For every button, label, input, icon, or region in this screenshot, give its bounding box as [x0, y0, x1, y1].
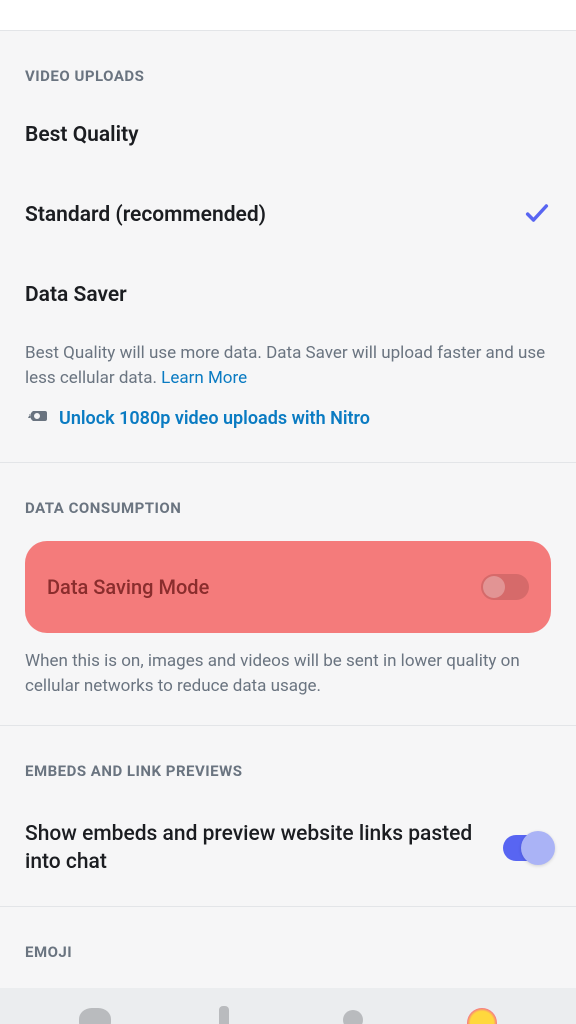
nitro-promo-row[interactable]: Unlock 1080p video uploads with Nitro: [25, 390, 551, 462]
nav-blob-icon: [79, 1008, 111, 1024]
header-data-consumption: DATA CONSUMPTION: [25, 463, 551, 527]
toggle-data-saving-mode[interactable]: [481, 574, 529, 600]
bottom-nav: [0, 988, 576, 1024]
nav-item-2[interactable]: [207, 1004, 241, 1024]
option-standard[interactable]: Standard (recommended): [25, 175, 551, 255]
section-video-uploads: VIDEO UPLOADS Best Quality Standard (rec…: [0, 31, 576, 462]
option-standard-label: Standard (recommended): [25, 203, 266, 227]
check-icon: [523, 199, 551, 231]
header-embeds: EMBEDS AND LINK PREVIEWS: [25, 726, 551, 790]
data-saving-mode-description: When this is on, images and videos will …: [25, 643, 551, 724]
row-show-embeds[interactable]: Show embeds and preview website links pa…: [25, 790, 551, 907]
row-data-saving-mode[interactable]: Data Saving Mode: [25, 541, 551, 633]
show-embeds-label: Show embeds and preview website links pa…: [25, 820, 473, 877]
section-embeds: EMBEDS AND LINK PREVIEWS Show embeds and…: [0, 726, 576, 907]
section-data-consumption: DATA CONSUMPTION Data Saving Mode When t…: [0, 463, 576, 724]
option-data-saver[interactable]: Data Saver: [25, 255, 551, 335]
nav-dot-icon: [343, 1010, 363, 1024]
section-emoji: EMOJI: [0, 907, 576, 965]
header-emoji: EMOJI: [25, 907, 551, 965]
nav-item-3[interactable]: [336, 1004, 370, 1024]
toggle-show-embeds[interactable]: [503, 835, 551, 861]
nav-smiley-icon: [467, 1008, 497, 1024]
option-best-quality[interactable]: Best Quality: [25, 95, 551, 175]
nitro-promo-link[interactable]: Unlock 1080p video uploads with Nitro: [59, 408, 370, 429]
toggle-knob: [483, 576, 505, 598]
learn-more-link[interactable]: Learn More: [161, 368, 247, 388]
video-uploads-description-text: Best Quality will use more data. Data Sa…: [25, 343, 545, 388]
top-bar: [0, 0, 576, 31]
data-saving-mode-label: Data Saving Mode: [47, 575, 209, 599]
option-best-quality-label: Best Quality: [25, 123, 139, 147]
nav-stick-icon: [219, 1006, 229, 1024]
header-video-uploads: VIDEO UPLOADS: [25, 31, 551, 95]
option-data-saver-label: Data Saver: [25, 283, 127, 307]
nitro-icon: [25, 404, 49, 432]
nav-item-4[interactable]: [465, 1004, 499, 1024]
video-uploads-description: Best Quality will use more data. Data Sa…: [25, 335, 551, 390]
nav-item-1[interactable]: [78, 1004, 112, 1024]
toggle-knob: [521, 831, 555, 865]
